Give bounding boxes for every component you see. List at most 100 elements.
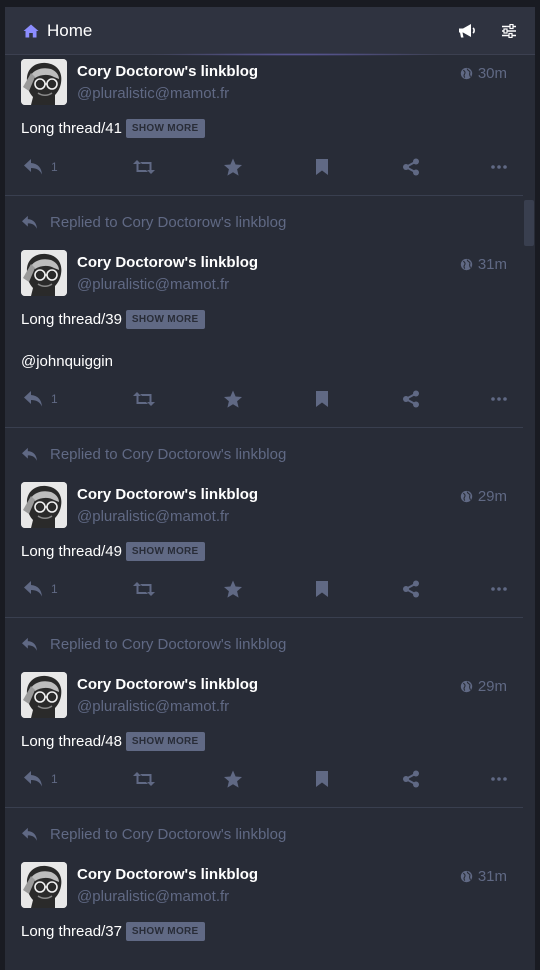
status-text: Long thread/37 bbox=[21, 923, 122, 940]
avatar[interactable] bbox=[21, 862, 67, 908]
account-handle[interactable]: @pluralistic@mamot.fr bbox=[77, 508, 229, 525]
display-name[interactable]: Cory Doctorow's linkblog bbox=[77, 254, 258, 271]
status-actions: 1 bbox=[23, 389, 507, 409]
display-name[interactable]: Cory Doctorow's linkblog bbox=[77, 486, 258, 503]
account-handle[interactable]: @pluralistic@mamot.fr bbox=[77, 698, 229, 715]
boost-button[interactable] bbox=[133, 769, 155, 789]
reply-button[interactable]: 1 bbox=[23, 157, 58, 177]
favourite-button[interactable] bbox=[223, 389, 243, 409]
favourite-button[interactable] bbox=[223, 157, 243, 177]
reply-prepend[interactable]: Replied to Cory Doctorow's linkblog bbox=[21, 826, 286, 843]
show-more-button[interactable]: SHOW MORE bbox=[125, 542, 205, 561]
prepend-text: Replied to Cory Doctorow's linkblog bbox=[50, 636, 287, 653]
column-title[interactable]: Home bbox=[23, 21, 92, 41]
status-time[interactable]: 29m bbox=[460, 678, 507, 695]
reply-icon bbox=[23, 390, 43, 408]
status[interactable]: Replied to Cory Doctorow's linkblog Cory… bbox=[5, 196, 523, 428]
avatar[interactable] bbox=[21, 672, 67, 718]
bookmark-button[interactable] bbox=[315, 389, 329, 409]
status-content: Long thread/39 SHOW MORE bbox=[21, 310, 205, 329]
reply-icon bbox=[23, 770, 43, 788]
reply-prepend[interactable]: Replied to Cory Doctorow's linkblog bbox=[21, 636, 286, 653]
more-button[interactable] bbox=[491, 579, 507, 599]
status-time[interactable]: 30m bbox=[460, 65, 507, 82]
boost-button[interactable] bbox=[133, 157, 155, 177]
globe-icon bbox=[460, 870, 473, 883]
share-button[interactable] bbox=[402, 157, 420, 177]
favourite-button[interactable] bbox=[223, 579, 243, 599]
home-column: Home Cory Doctorow's linkblog @pluralist… bbox=[5, 7, 535, 970]
status[interactable]: Replied to Cory Doctorow's linkblog Cory… bbox=[5, 618, 523, 808]
relative-time: 29m bbox=[477, 678, 507, 695]
display-name[interactable]: Cory Doctorow's linkblog bbox=[77, 63, 258, 80]
more-button[interactable] bbox=[491, 157, 507, 177]
globe-icon bbox=[460, 67, 473, 80]
status-content: Long thread/49 SHOW MORE bbox=[21, 542, 205, 561]
share-button[interactable] bbox=[402, 389, 420, 409]
more-button[interactable] bbox=[491, 769, 507, 789]
status-text: Long thread/49 bbox=[21, 543, 122, 560]
show-more-button[interactable]: SHOW MORE bbox=[125, 732, 205, 751]
share-button[interactable] bbox=[402, 579, 420, 599]
sliders-icon bbox=[501, 23, 517, 38]
reply-count: 1 bbox=[51, 772, 58, 786]
announcements-button[interactable] bbox=[457, 21, 477, 41]
status-time[interactable]: 29m bbox=[460, 488, 507, 505]
boost-button[interactable] bbox=[133, 389, 155, 409]
reply-icon bbox=[23, 580, 43, 598]
timeline[interactable]: Cory Doctorow's linkblog @pluralistic@ma… bbox=[5, 55, 523, 970]
share-icon bbox=[402, 770, 420, 788]
column-header: Home bbox=[5, 7, 535, 55]
show-more-button[interactable]: SHOW MORE bbox=[125, 310, 205, 329]
show-more-button[interactable]: SHOW MORE bbox=[125, 922, 205, 941]
reply-button[interactable]: 1 bbox=[23, 769, 58, 789]
status-content: Long thread/37 SHOW MORE bbox=[21, 922, 205, 941]
boost-button[interactable] bbox=[133, 579, 155, 599]
avatar[interactable] bbox=[21, 250, 67, 296]
status-time[interactable]: 31m bbox=[460, 868, 507, 885]
avatar[interactable] bbox=[21, 59, 67, 105]
bookmark-button[interactable] bbox=[315, 579, 329, 599]
status[interactable]: Replied to Cory Doctorow's linkblog Cory… bbox=[5, 428, 523, 618]
account-handle[interactable]: @pluralistic@mamot.fr bbox=[77, 888, 229, 905]
status[interactable]: Replied to Cory Doctorow's linkblog Cory… bbox=[5, 808, 523, 970]
status[interactable]: Cory Doctorow's linkblog @pluralistic@ma… bbox=[5, 55, 523, 196]
more-icon bbox=[491, 397, 507, 401]
bookmark-icon bbox=[315, 158, 329, 176]
bookmark-button[interactable] bbox=[315, 769, 329, 789]
boost-icon bbox=[133, 391, 155, 407]
share-button[interactable] bbox=[402, 769, 420, 789]
reply-button[interactable]: 1 bbox=[23, 389, 58, 409]
status-time[interactable]: 31m bbox=[460, 256, 507, 273]
prepend-text: Replied to Cory Doctorow's linkblog bbox=[50, 446, 287, 463]
status-content: Long thread/41 SHOW MORE bbox=[21, 119, 205, 138]
scrollbar-track[interactable] bbox=[523, 55, 535, 970]
status-content: Long thread/48 SHOW MORE bbox=[21, 732, 205, 751]
reply-prepend[interactable]: Replied to Cory Doctorow's linkblog bbox=[21, 214, 286, 231]
bookmark-icon bbox=[315, 390, 329, 408]
bookmark-icon bbox=[315, 770, 329, 788]
account-handle[interactable]: @pluralistic@mamot.fr bbox=[77, 85, 229, 102]
reply-prepend[interactable]: Replied to Cory Doctorow's linkblog bbox=[21, 446, 286, 463]
avatar[interactable] bbox=[21, 482, 67, 528]
star-icon bbox=[223, 770, 243, 789]
reply-icon bbox=[21, 827, 38, 842]
more-icon bbox=[491, 587, 507, 591]
display-name[interactable]: Cory Doctorow's linkblog bbox=[77, 866, 258, 883]
display-name[interactable]: Cory Doctorow's linkblog bbox=[77, 676, 258, 693]
scrollbar-thumb[interactable] bbox=[524, 200, 534, 246]
relative-time: 29m bbox=[477, 488, 507, 505]
reply-button[interactable]: 1 bbox=[23, 579, 58, 599]
relative-time: 31m bbox=[477, 868, 507, 885]
mention-link[interactable]: @johnquiggin bbox=[21, 353, 113, 370]
more-button[interactable] bbox=[491, 389, 507, 409]
star-icon bbox=[223, 158, 243, 177]
column-settings-button[interactable] bbox=[499, 21, 519, 41]
account-handle[interactable]: @pluralistic@mamot.fr bbox=[77, 276, 229, 293]
favourite-button[interactable] bbox=[223, 769, 243, 789]
show-more-button[interactable]: SHOW MORE bbox=[125, 119, 205, 138]
bookmark-icon bbox=[315, 580, 329, 598]
home-icon bbox=[23, 24, 39, 38]
boost-icon bbox=[133, 159, 155, 175]
bookmark-button[interactable] bbox=[315, 157, 329, 177]
